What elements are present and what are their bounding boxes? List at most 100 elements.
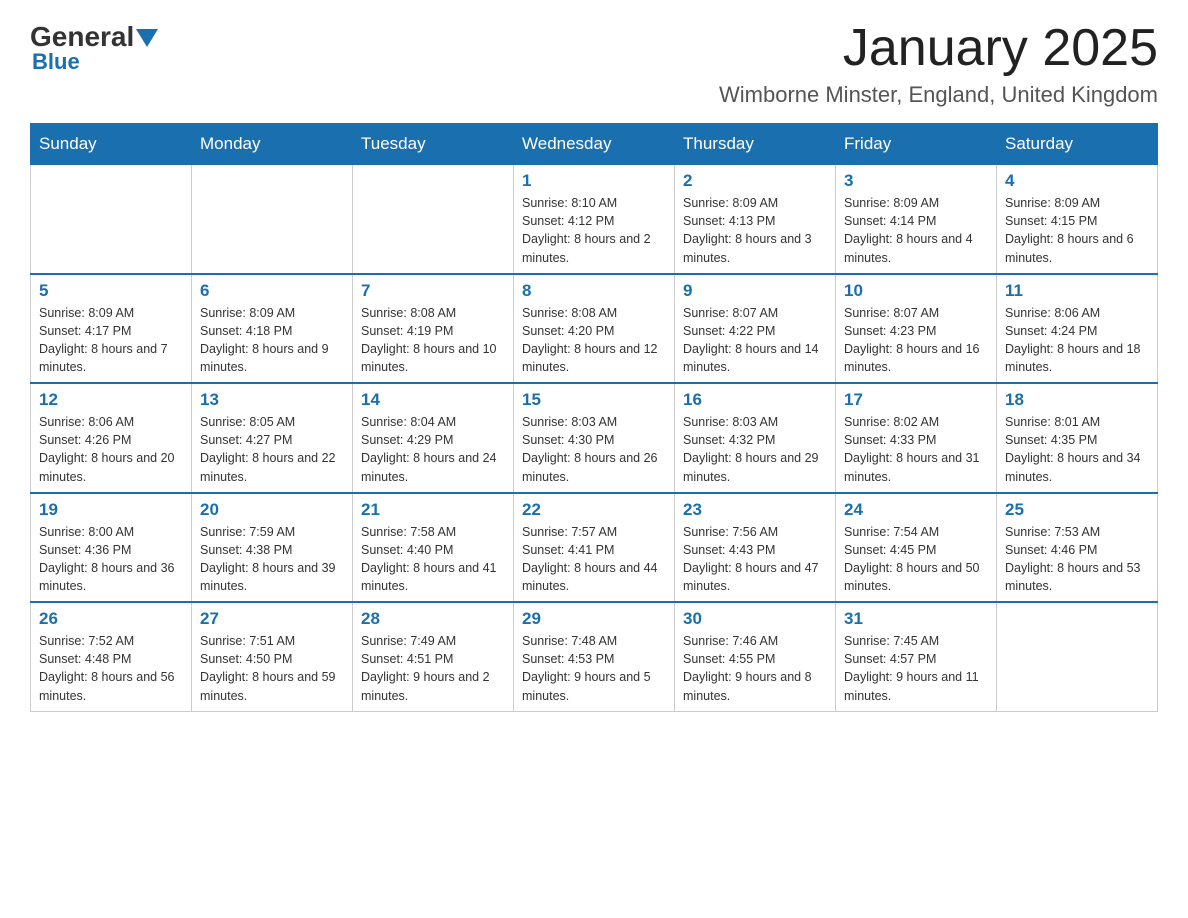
day-number: 4: [1005, 171, 1149, 191]
calendar-cell: 9 Sunrise: 8:07 AM Sunset: 4:22 PM Daylig…: [675, 274, 836, 384]
calendar-cell: 11 Sunrise: 8:06 AM Sunset: 4:24 PM Dayli…: [997, 274, 1158, 384]
col-header-sunday: Sunday: [31, 124, 192, 165]
col-header-monday: Monday: [192, 124, 353, 165]
calendar-cell: 5 Sunrise: 8:09 AM Sunset: 4:17 PM Daylig…: [31, 274, 192, 384]
day-number: 28: [361, 609, 505, 629]
calendar-week-3: 12Sunrise: 8:06 AM Sunset: 4:26 PM Dayli…: [31, 383, 1158, 493]
day-info: Sunrise: 7:56 AM Sunset: 4:43 PM Dayligh…: [683, 523, 827, 596]
day-number: 11: [1005, 281, 1149, 301]
calendar-cell: [997, 602, 1158, 711]
col-header-tuesday: Tuesday: [353, 124, 514, 165]
calendar-cell: 8 Sunrise: 8:08 AM Sunset: 4:20 PM Daylig…: [514, 274, 675, 384]
calendar-cell: 16Sunrise: 8:03 AM Sunset: 4:32 PM Dayli…: [675, 383, 836, 493]
calendar-cell: 1 Sunrise: 8:10 AM Sunset: 4:12 PM Daylig…: [514, 165, 675, 274]
day-number: 7: [361, 281, 505, 301]
day-number: 31: [844, 609, 988, 629]
day-number: 5: [39, 281, 183, 301]
day-info: Sunrise: 8:03 AM Sunset: 4:30 PM Dayligh…: [522, 413, 666, 486]
calendar-cell: 6 Sunrise: 8:09 AM Sunset: 4:18 PM Daylig…: [192, 274, 353, 384]
day-number: 15: [522, 390, 666, 410]
day-info: Sunrise: 7:45 AM Sunset: 4:57 PM Dayligh…: [844, 632, 988, 705]
title-area: January 2025 Wimborne Minster, England, …: [719, 20, 1158, 108]
day-number: 24: [844, 500, 988, 520]
day-number: 30: [683, 609, 827, 629]
day-info: Sunrise: 8:08 AM Sunset: 4:20 PM Dayligh…: [522, 304, 666, 377]
day-number: 13: [200, 390, 344, 410]
calendar-cell: 30 Sunrise: 7:46 AM Sunset: 4:55 PM Dayli…: [675, 602, 836, 711]
calendar-cell: 17 Sunrise: 8:02 AM Sunset: 4:33 PM Dayli…: [836, 383, 997, 493]
day-number: 17: [844, 390, 988, 410]
day-info: Sunrise: 7:53 AM Sunset: 4:46 PM Dayligh…: [1005, 523, 1149, 596]
day-number: 2: [683, 171, 827, 191]
calendar-cell: [353, 165, 514, 274]
day-info: Sunrise: 8:02 AM Sunset: 4:33 PM Dayligh…: [844, 413, 988, 486]
calendar-cell: 14 Sunrise: 8:04 AM Sunset: 4:29 PM Dayli…: [353, 383, 514, 493]
calendar-cell: 20 Sunrise: 7:59 AM Sunset: 4:38 PM Dayli…: [192, 493, 353, 603]
calendar-cell: 15 Sunrise: 8:03 AM Sunset: 4:30 PM Dayli…: [514, 383, 675, 493]
day-number: 19: [39, 500, 183, 520]
day-info: Sunrise: 8:06 AM Sunset: 4:26 PM Dayligh…: [39, 413, 183, 486]
header: General Blue January 2025 Wimborne Minst…: [30, 20, 1158, 108]
day-info: Sunrise: 8:08 AM Sunset: 4:19 PM Dayligh…: [361, 304, 505, 377]
day-info: Sunrise: 7:58 AM Sunset: 4:40 PM Dayligh…: [361, 523, 505, 596]
day-info: Sunrise: 7:46 AM Sunset: 4:55 PM Dayligh…: [683, 632, 827, 705]
day-number: 25: [1005, 500, 1149, 520]
calendar-cell: 18 Sunrise: 8:01 AM Sunset: 4:35 PM Dayli…: [997, 383, 1158, 493]
col-header-saturday: Saturday: [997, 124, 1158, 165]
day-number: 10: [844, 281, 988, 301]
day-info: Sunrise: 8:06 AM Sunset: 4:24 PM Dayligh…: [1005, 304, 1149, 377]
calendar-cell: [192, 165, 353, 274]
day-number: 27: [200, 609, 344, 629]
day-number: 20: [200, 500, 344, 520]
day-info: Sunrise: 8:10 AM Sunset: 4:12 PM Dayligh…: [522, 194, 666, 267]
calendar-cell: 7 Sunrise: 8:08 AM Sunset: 4:19 PM Daylig…: [353, 274, 514, 384]
day-info: Sunrise: 8:05 AM Sunset: 4:27 PM Dayligh…: [200, 413, 344, 486]
calendar-cell: 3 Sunrise: 8:09 AM Sunset: 4:14 PM Daylig…: [836, 165, 997, 274]
day-info: Sunrise: 8:07 AM Sunset: 4:22 PM Dayligh…: [683, 304, 827, 377]
day-number: 26: [39, 609, 183, 629]
col-header-wednesday: Wednesday: [514, 124, 675, 165]
logo-blue-text: Blue: [32, 49, 80, 75]
calendar-subtitle: Wimborne Minster, England, United Kingdo…: [719, 82, 1158, 108]
day-info: Sunrise: 7:52 AM Sunset: 4:48 PM Dayligh…: [39, 632, 183, 705]
day-number: 3: [844, 171, 988, 191]
calendar-cell: 10Sunrise: 8:07 AM Sunset: 4:23 PM Dayli…: [836, 274, 997, 384]
day-info: Sunrise: 7:54 AM Sunset: 4:45 PM Dayligh…: [844, 523, 988, 596]
day-number: 6: [200, 281, 344, 301]
day-info: Sunrise: 7:57 AM Sunset: 4:41 PM Dayligh…: [522, 523, 666, 596]
day-info: Sunrise: 8:09 AM Sunset: 4:15 PM Dayligh…: [1005, 194, 1149, 267]
calendar-cell: 29Sunrise: 7:48 AM Sunset: 4:53 PM Dayli…: [514, 602, 675, 711]
calendar-title: January 2025: [719, 20, 1158, 77]
calendar-cell: 28 Sunrise: 7:49 AM Sunset: 4:51 PM Dayli…: [353, 602, 514, 711]
calendar-week-5: 26 Sunrise: 7:52 AM Sunset: 4:48 PM Dayli…: [31, 602, 1158, 711]
day-info: Sunrise: 8:09 AM Sunset: 4:18 PM Dayligh…: [200, 304, 344, 377]
day-number: 21: [361, 500, 505, 520]
calendar-cell: 31 Sunrise: 7:45 AM Sunset: 4:57 PM Dayli…: [836, 602, 997, 711]
calendar-cell: 19 Sunrise: 8:00 AM Sunset: 4:36 PM Dayli…: [31, 493, 192, 603]
calendar-cell: 22 Sunrise: 7:57 AM Sunset: 4:41 PM Dayli…: [514, 493, 675, 603]
day-number: 22: [522, 500, 666, 520]
day-info: Sunrise: 7:59 AM Sunset: 4:38 PM Dayligh…: [200, 523, 344, 596]
day-number: 1: [522, 171, 666, 191]
calendar-cell: [31, 165, 192, 274]
day-info: Sunrise: 7:51 AM Sunset: 4:50 PM Dayligh…: [200, 632, 344, 705]
day-info: Sunrise: 8:00 AM Sunset: 4:36 PM Dayligh…: [39, 523, 183, 596]
day-info: Sunrise: 8:04 AM Sunset: 4:29 PM Dayligh…: [361, 413, 505, 486]
day-number: 23: [683, 500, 827, 520]
day-number: 14: [361, 390, 505, 410]
day-info: Sunrise: 8:09 AM Sunset: 4:14 PM Dayligh…: [844, 194, 988, 267]
day-info: Sunrise: 8:09 AM Sunset: 4:17 PM Dayligh…: [39, 304, 183, 377]
day-info: Sunrise: 7:48 AM Sunset: 4:53 PM Dayligh…: [522, 632, 666, 705]
calendar-cell: 12Sunrise: 8:06 AM Sunset: 4:26 PM Dayli…: [31, 383, 192, 493]
logo-triangle-icon: [136, 22, 158, 54]
col-header-friday: Friday: [836, 124, 997, 165]
logo-area: General Blue: [30, 20, 158, 75]
day-number: 9: [683, 281, 827, 301]
day-info: Sunrise: 7:49 AM Sunset: 4:51 PM Dayligh…: [361, 632, 505, 705]
day-number: 8: [522, 281, 666, 301]
day-info: Sunrise: 8:09 AM Sunset: 4:13 PM Dayligh…: [683, 194, 827, 267]
calendar-cell: 27 Sunrise: 7:51 AM Sunset: 4:50 PM Dayli…: [192, 602, 353, 711]
day-number: 18: [1005, 390, 1149, 410]
day-info: Sunrise: 8:01 AM Sunset: 4:35 PM Dayligh…: [1005, 413, 1149, 486]
calendar-cell: 26 Sunrise: 7:52 AM Sunset: 4:48 PM Dayli…: [31, 602, 192, 711]
